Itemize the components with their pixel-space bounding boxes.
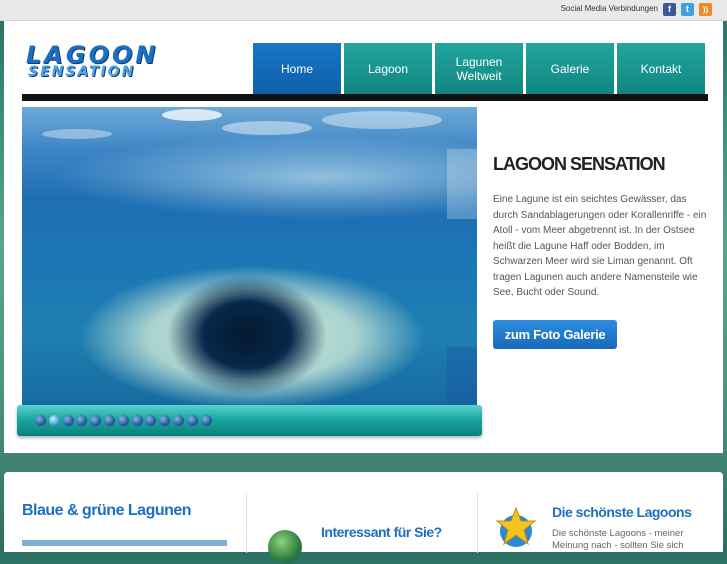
site-logo[interactable]: LAGOON SENSATION xyxy=(24,41,184,83)
column-1-image[interactable] xyxy=(22,540,227,546)
cloud-shape xyxy=(162,109,222,121)
social-media-label: Social Media Verbindungen xyxy=(560,4,658,13)
slider-dot-active[interactable] xyxy=(48,415,60,426)
slide-overlay-panel xyxy=(447,347,477,407)
nav-item-home[interactable]: Home xyxy=(253,43,341,94)
cloud-shape xyxy=(322,111,442,129)
nav-item-lagoon[interactable]: Lagoon xyxy=(344,43,432,94)
logo-line-2: SENSATION xyxy=(28,64,136,80)
column-divider xyxy=(477,493,478,553)
slider-controls xyxy=(17,405,482,436)
photo-gallery-button[interactable]: zum Foto Galerie xyxy=(493,320,617,349)
column-divider xyxy=(246,493,247,553)
slider-dot[interactable] xyxy=(131,415,143,426)
column-3-title: Die schönste Lagoons xyxy=(552,504,692,520)
column-3-text: Die schönste Lagoons - meiner Meinung na… xyxy=(552,528,684,551)
slider-dot[interactable] xyxy=(35,415,46,426)
column-1-title: Blaue & grüne Lagunen xyxy=(22,502,192,519)
hero-title: LAGOON SENSATION xyxy=(493,154,666,174)
hero-slideshow-image[interactable] xyxy=(22,107,477,409)
twitter-icon[interactable]: t xyxy=(681,3,694,16)
cloud-shape xyxy=(42,129,112,139)
slider-dot[interactable] xyxy=(200,415,212,426)
slider-dot[interactable] xyxy=(159,415,171,426)
slider-dot[interactable] xyxy=(76,415,88,426)
nav-item-galerie[interactable]: Galerie xyxy=(526,43,614,94)
cloud-shape xyxy=(222,121,312,135)
slide-overlay-panel xyxy=(447,149,477,219)
slider-dot[interactable] xyxy=(186,415,198,426)
hero-description: Eine Lagune ist ein seichtes Gewässer, d… xyxy=(493,194,707,298)
top-bar: Social Media Verbindungen f t )) xyxy=(0,0,727,21)
slider-dot[interactable] xyxy=(103,415,115,426)
globe-icon xyxy=(268,530,302,564)
star-icon xyxy=(495,506,537,547)
nav-item-kontakt[interactable]: Kontakt xyxy=(617,43,705,94)
header-divider xyxy=(22,94,708,101)
slider-dots xyxy=(35,415,214,426)
slider-dot[interactable] xyxy=(145,415,157,426)
slider-dot[interactable] xyxy=(90,415,102,426)
slider-dot[interactable] xyxy=(62,415,74,426)
nav-item-lagunen-weltweit[interactable]: Lagunen Weltweit xyxy=(435,43,523,94)
facebook-icon[interactable]: f xyxy=(663,3,676,16)
slider-dot[interactable] xyxy=(172,415,184,426)
column-2-title: Interessant für Sie? xyxy=(321,524,442,540)
slider-dot[interactable] xyxy=(117,415,129,426)
main-nav: Home Lagoon Lagunen Weltweit Galerie Kon… xyxy=(253,43,705,94)
rss-icon[interactable]: )) xyxy=(699,3,712,16)
